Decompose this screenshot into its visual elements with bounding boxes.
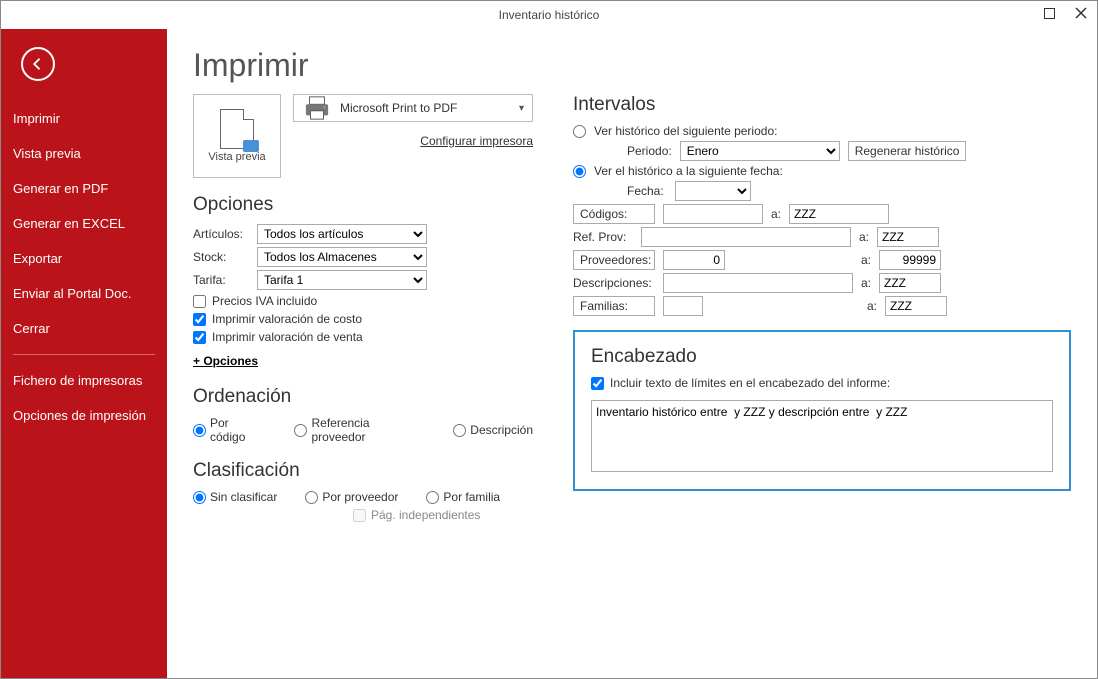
sidebar-item-imprimir[interactable]: Imprimir xyxy=(1,101,167,136)
sidebar-item-enviar-portal[interactable]: Enviar al Portal Doc. xyxy=(1,276,167,311)
refprov-from-input[interactable] xyxy=(641,227,851,247)
cls-sin-label: Sin clasificar xyxy=(210,490,277,504)
proveedores-button[interactable]: Proveedores: xyxy=(573,250,655,270)
sidebar-item-generar-pdf[interactable]: Generar en PDF xyxy=(1,171,167,206)
opt-periodo-label: Ver histórico del siguiente periodo: xyxy=(594,124,777,138)
encabezado-title: Encabezado xyxy=(591,346,1053,368)
precios-iva-checkbox[interactable] xyxy=(193,295,206,308)
printer-selector[interactable]: Microsoft Print to PDF ▾ xyxy=(293,94,533,122)
sidebar-item-opciones-impresion[interactable]: Opciones de impresión xyxy=(1,398,167,433)
incluir-limites-checkbox[interactable] xyxy=(591,377,604,390)
ord-refprov-label: Referencia proveedor xyxy=(311,416,425,444)
a-label: a: xyxy=(771,207,781,221)
intervalos-title: Intervalos xyxy=(573,94,1071,116)
ord-codigo-radio[interactable] xyxy=(193,424,206,437)
a-label-2: a: xyxy=(859,230,869,244)
sidebar-item-exportar[interactable]: Exportar xyxy=(1,241,167,276)
a-label-4: a: xyxy=(861,276,871,290)
refprov-to-input[interactable] xyxy=(877,227,939,247)
fecha-select[interactable] xyxy=(675,181,751,201)
ord-refprov-radio[interactable] xyxy=(294,424,307,437)
a-label-3: a: xyxy=(861,253,871,267)
cls-fam-label: Por familia xyxy=(443,490,500,504)
close-icon[interactable] xyxy=(1071,3,1091,23)
opt-fecha-radio[interactable] xyxy=(573,165,586,178)
prov-from-input[interactable] xyxy=(663,250,725,270)
window-title: Inventario histórico xyxy=(499,8,600,22)
mas-opciones-link[interactable]: + Opciones xyxy=(193,354,258,368)
sidebar-item-fichero-impresoras[interactable]: Fichero de impresoras xyxy=(1,363,167,398)
tarifa-select[interactable]: Tarifa 1 xyxy=(257,270,427,290)
regenerar-historico-button[interactable]: Regenerar histórico xyxy=(848,141,967,161)
printer-name: Microsoft Print to PDF xyxy=(340,101,511,115)
codigos-from-input[interactable] xyxy=(663,204,763,224)
page-title: Imprimir xyxy=(193,47,1071,84)
chevron-down-icon: ▾ xyxy=(519,103,524,114)
desc-from-input[interactable] xyxy=(663,273,853,293)
fam-to-input[interactable] xyxy=(885,296,947,316)
a-label-5: a: xyxy=(867,299,877,313)
refprov-label: Ref. Prov: xyxy=(573,230,633,244)
pag-indep-label: Pág. independientes xyxy=(371,508,480,522)
val-venta-label: Imprimir valoración de venta xyxy=(212,330,363,344)
cls-prov-label: Por proveedor xyxy=(322,490,398,504)
articulos-select[interactable]: Todos los artículos xyxy=(257,224,427,244)
precios-iva-label: Precios IVA incluido xyxy=(212,294,317,308)
maximize-icon[interactable] xyxy=(1039,3,1059,23)
codigos-to-input[interactable] xyxy=(789,204,889,224)
prov-to-input[interactable] xyxy=(879,250,941,270)
periodo-select[interactable]: Enero xyxy=(680,141,840,161)
vista-previa-label: Vista previa xyxy=(208,151,265,163)
incluir-limites-label: Incluir texto de límites en el encabezad… xyxy=(610,376,890,390)
articulos-label: Artículos: xyxy=(193,227,251,241)
desc-label: Descripciones: xyxy=(573,276,655,290)
familias-button[interactable]: Familias: xyxy=(573,296,655,316)
vista-previa-button[interactable]: Vista previa xyxy=(193,94,281,178)
encabezado-panel: Encabezado Incluir texto de límites en e… xyxy=(573,330,1071,491)
val-venta-checkbox[interactable] xyxy=(193,331,206,344)
stock-label: Stock: xyxy=(193,250,251,264)
periodo-label: Periodo: xyxy=(627,144,672,158)
sidebar-item-vista-previa[interactable]: Vista previa xyxy=(1,136,167,171)
cls-sin-radio[interactable] xyxy=(193,491,206,504)
sidebar-item-generar-excel[interactable]: Generar en EXCEL xyxy=(1,206,167,241)
desc-to-input[interactable] xyxy=(879,273,941,293)
configurar-impresora-link[interactable]: Configurar impresora xyxy=(293,134,533,148)
sidebar-item-cerrar[interactable]: Cerrar xyxy=(1,311,167,346)
cls-prov-radio[interactable] xyxy=(305,491,318,504)
titlebar: Inventario histórico xyxy=(1,1,1097,29)
back-button[interactable] xyxy=(21,47,55,81)
document-preview-icon xyxy=(220,109,254,149)
codigos-button[interactable]: Códigos: xyxy=(573,204,655,224)
stock-select[interactable]: Todos los Almacenes xyxy=(257,247,427,267)
cls-fam-radio[interactable] xyxy=(426,491,439,504)
ord-desc-label: Descripción xyxy=(470,423,533,437)
val-costo-checkbox[interactable] xyxy=(193,313,206,326)
opciones-title: Opciones xyxy=(193,194,533,216)
fam-from-input[interactable] xyxy=(663,296,703,316)
content: Imprimir Vista previa Microsoft Print to… xyxy=(167,29,1097,678)
ord-desc-radio[interactable] xyxy=(453,424,466,437)
clasificacion-radios: Sin clasificar Por proveedor Por familia xyxy=(193,490,533,504)
ord-codigo-label: Por código xyxy=(210,416,266,444)
tarifa-label: Tarifa: xyxy=(193,273,251,287)
pag-indep-checkbox xyxy=(353,509,366,522)
ordenacion-radios: Por código Referencia proveedor Descripc… xyxy=(193,416,533,444)
opt-periodo-radio[interactable] xyxy=(573,125,586,138)
printer-icon xyxy=(302,95,332,121)
opt-fecha-label: Ver el histórico a la siguiente fecha: xyxy=(594,164,783,178)
clasificacion-title: Clasificación xyxy=(193,460,533,482)
ordenacion-title: Ordenación xyxy=(193,386,533,408)
sidebar-divider xyxy=(13,354,155,355)
fecha-label: Fecha: xyxy=(627,184,667,198)
encabezado-textarea[interactable] xyxy=(591,400,1053,472)
val-costo-label: Imprimir valoración de costo xyxy=(212,312,362,326)
sidebar: Imprimir Vista previa Generar en PDF Gen… xyxy=(1,29,167,678)
